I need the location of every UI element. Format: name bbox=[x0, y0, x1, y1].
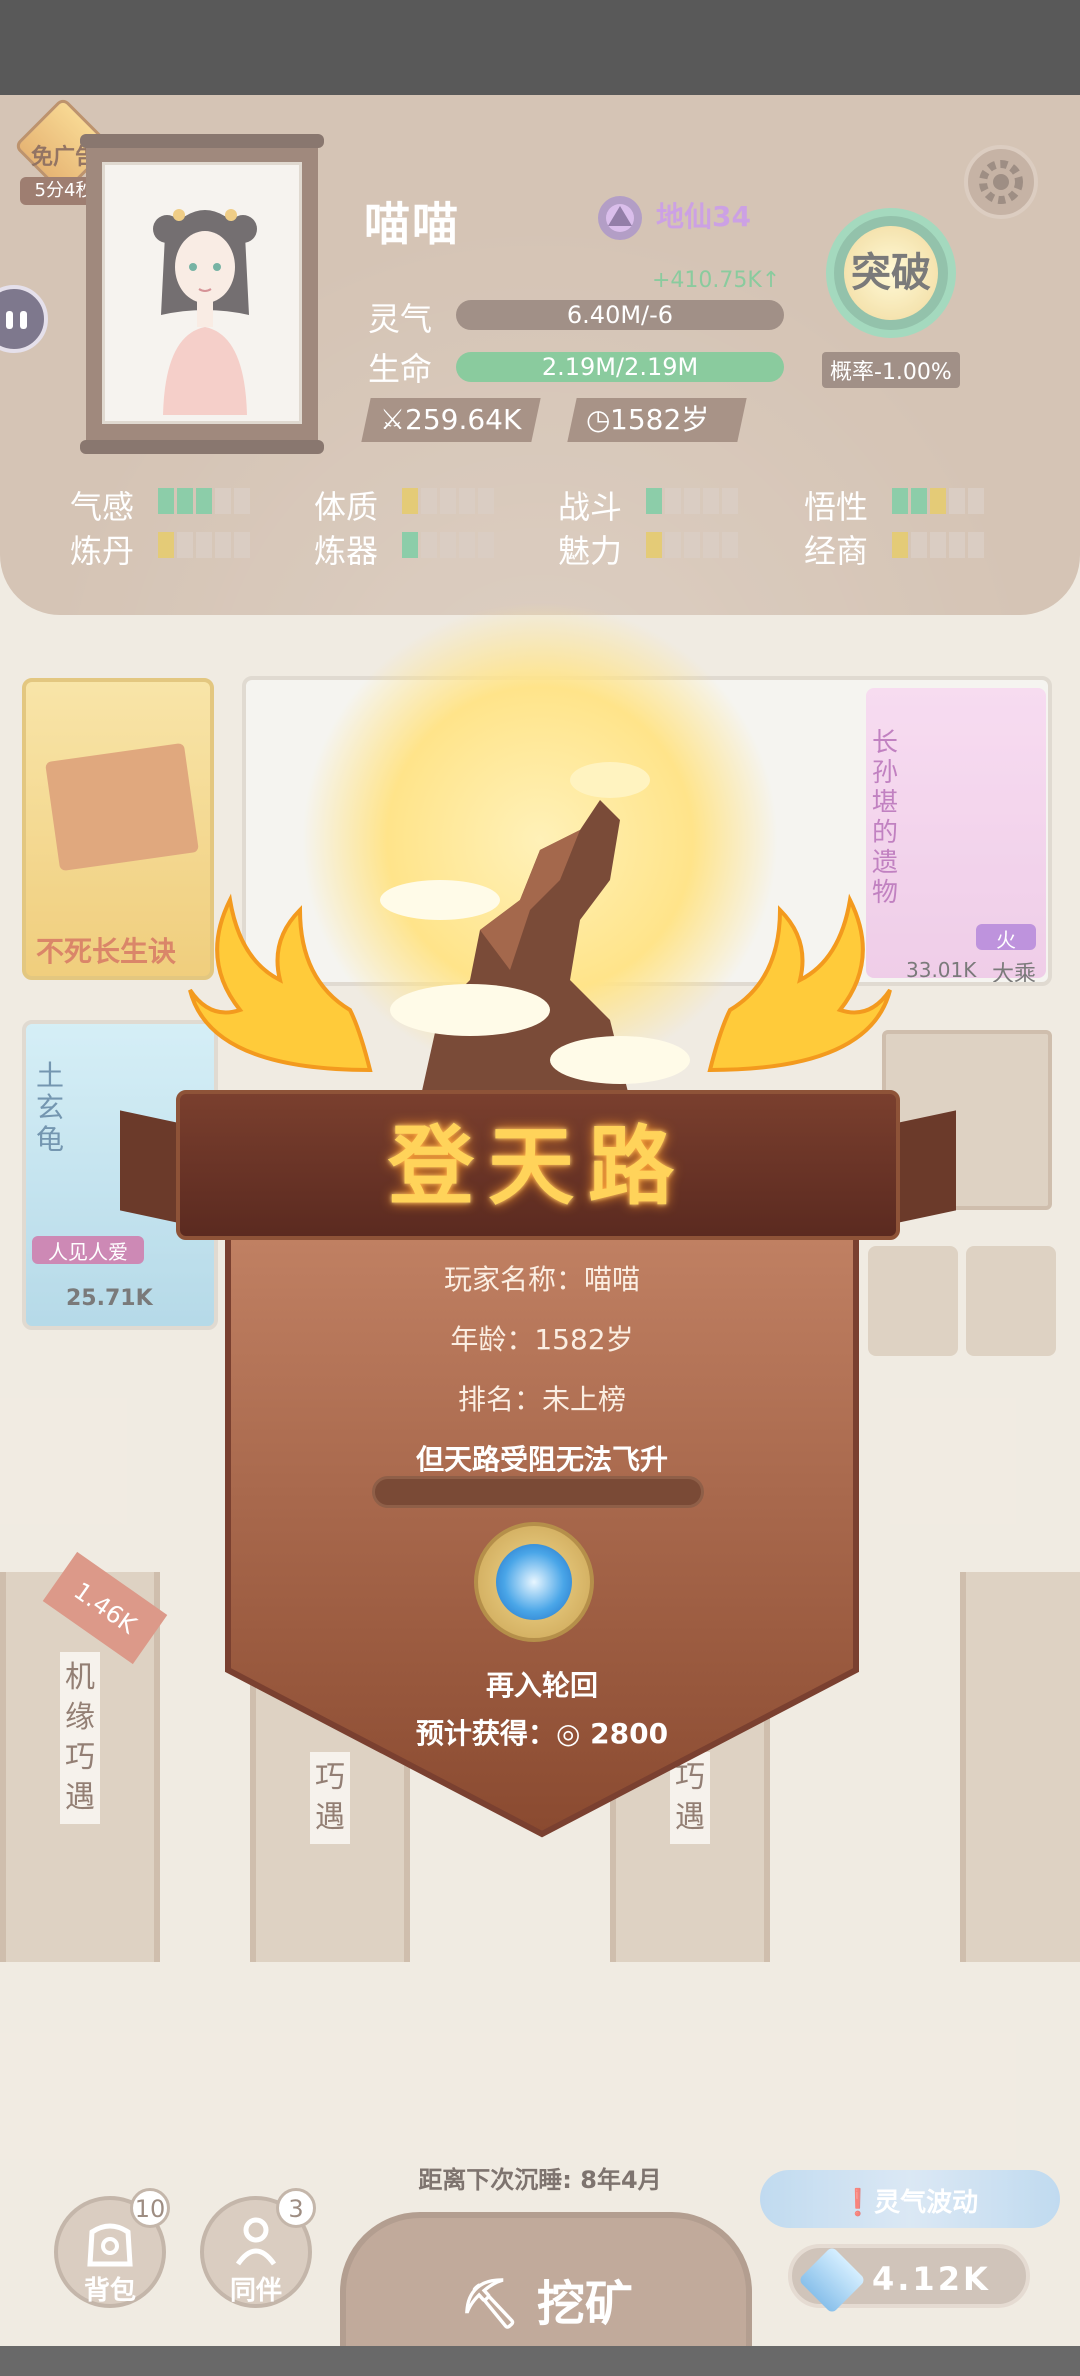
reincarnate-button[interactable] bbox=[474, 1522, 594, 1642]
ascension-hint: 但天路受阻无法飞升 bbox=[415, 1443, 668, 1476]
reincarnate-label: 再入轮回 bbox=[485, 1669, 598, 1702]
vortex-icon bbox=[496, 1544, 572, 1620]
expected-label: 预计获得： bbox=[415, 1717, 556, 1750]
rank-line: 排名：未上榜 bbox=[457, 1383, 626, 1416]
popup-title: 登天路 bbox=[388, 1116, 688, 1217]
cliff-illustration bbox=[380, 762, 690, 1100]
ascension-progress-bar bbox=[372, 1476, 704, 1508]
age-line: 年龄：1582岁 bbox=[450, 1323, 634, 1356]
expected-reward: 预计获得：◎ 2800 bbox=[224, 1712, 860, 1752]
spiral-icon: ◎ bbox=[555, 1717, 591, 1750]
flame-right bbox=[707, 893, 892, 1073]
expected-value: 2800 bbox=[590, 1717, 669, 1750]
flame-left bbox=[188, 893, 373, 1073]
player-name-line: 玩家名称：喵喵 bbox=[443, 1263, 640, 1296]
